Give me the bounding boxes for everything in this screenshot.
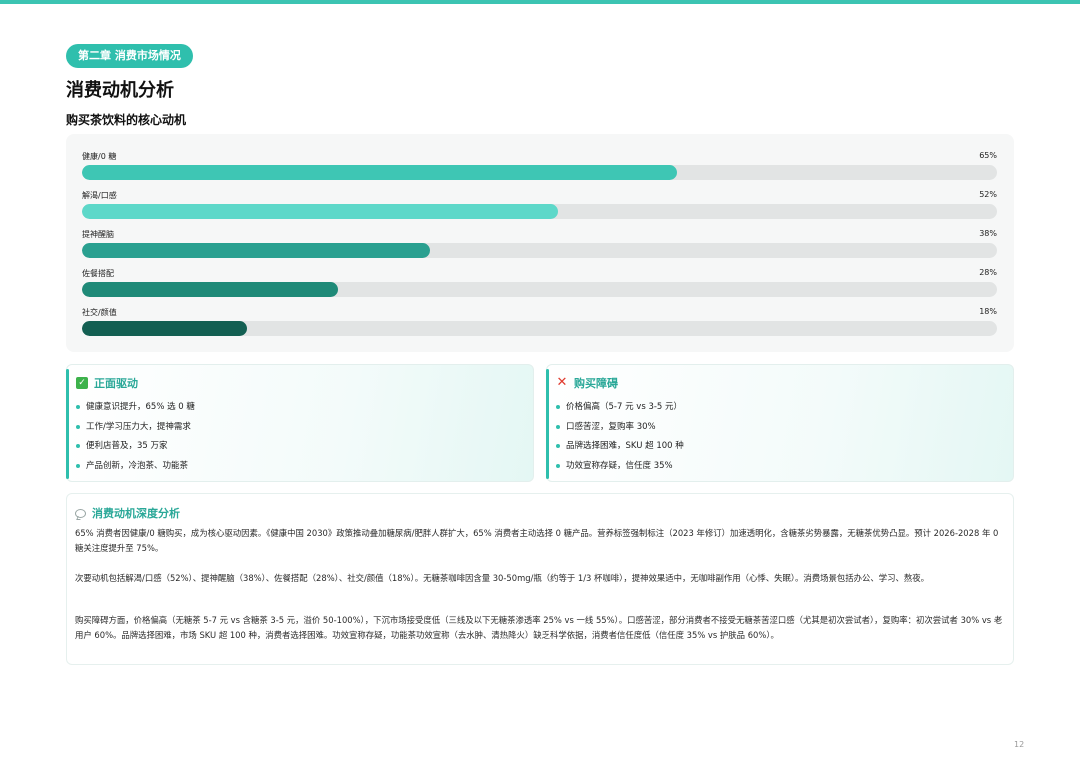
- chapter-badge: 第二章 消费市场情况: [66, 44, 193, 68]
- deep-analysis-panel: 消费动机深度分析 65% 消费者因健康/0 糖购买，成为核心驱动因素。《健康中国…: [66, 493, 1014, 665]
- bar: [82, 243, 430, 258]
- page-number: 12: [1014, 740, 1025, 749]
- bar: [82, 321, 247, 336]
- bar-value-label: 65%: [979, 151, 997, 160]
- bar-category-label: 解渴/口感: [82, 191, 117, 200]
- bar-category-label: 社交/颜值: [82, 308, 117, 317]
- check-icon: ✓: [76, 377, 88, 389]
- bar-track: [82, 321, 997, 336]
- page-title: 消费动机分析: [66, 80, 174, 101]
- section-subtitle: 购买茶饮料的核心动机: [66, 113, 187, 127]
- bar-row: 提神醒脑 38%: [82, 229, 997, 263]
- top-accent-bar: [0, 0, 1080, 4]
- bar-row: 佐餐搭配 28%: [82, 268, 997, 302]
- bar-value-label: 38%: [979, 229, 997, 238]
- analysis-paragraph: 65% 消费者因健康/0 糖购买，成为核心驱动因素。《健康中国 2030》政策推…: [75, 528, 999, 553]
- bar-value-label: 18%: [979, 307, 997, 316]
- purchase-barriers-heading: ✕ 购买障碍: [556, 375, 618, 391]
- list-item: 工作/学习压力大，提神需求: [76, 421, 195, 441]
- bar-value-label: 28%: [979, 268, 997, 277]
- positive-drivers-card: ✓ 正面驱动 健康意识提升，65% 选 0 糖 工作/学习压力大，提神需求 便利…: [66, 364, 534, 482]
- deep-analysis-heading: 消费动机深度分析: [75, 505, 180, 521]
- cross-icon: ✕: [556, 375, 568, 390]
- bar-row: 解渴/口感 52%: [82, 190, 997, 224]
- speech-bubble-icon: [75, 508, 86, 518]
- bar-track: [82, 165, 997, 180]
- card-accent: [66, 369, 69, 479]
- bar: [82, 204, 558, 219]
- bar-track: [82, 204, 997, 219]
- bar-value-label: 52%: [979, 190, 997, 199]
- bar-category-label: 健康/0 糖: [82, 152, 117, 161]
- bar: [82, 282, 339, 297]
- list-item: 健康意识提升，65% 选 0 糖: [76, 401, 195, 421]
- bar-category-label: 佐餐搭配: [82, 269, 114, 278]
- purchase-barriers-title: 购买障碍: [574, 377, 618, 390]
- purchase-barriers-list: 价格偏高（5-7 元 vs 3-5 元） 口感苦涩，复购率 30% 品牌选择困难…: [556, 401, 684, 479]
- positive-drivers-title: 正面驱动: [94, 377, 138, 390]
- purchase-barriers-card: ✕ 购买障碍 价格偏高（5-7 元 vs 3-5 元） 口感苦涩，复购率 30%…: [546, 364, 1014, 482]
- list-item: 便利店普及，35 万家: [76, 440, 195, 460]
- motivation-bar-chart: 健康/0 糖 65% 解渴/口感 52% 提神醒脑 38% 佐餐搭配 28% 社交/颜值 18%: [66, 134, 1014, 352]
- card-accent: [546, 369, 549, 479]
- list-item: 产品创新，冷泡茶、功能茶: [76, 460, 195, 480]
- analysis-paragraph: 次要动机包括解渴/口感（52%）、提神醒脑（38%）、佐餐搭配（28%）、社交/…: [75, 573, 930, 583]
- deep-analysis-title: 消费动机深度分析: [92, 507, 180, 520]
- list-item: 口感苦涩，复购率 30%: [556, 421, 684, 441]
- bar-track: [82, 243, 997, 258]
- list-item: 价格偏高（5-7 元 vs 3-5 元）: [556, 401, 684, 421]
- bar-row: 健康/0 糖 65%: [82, 151, 997, 185]
- bar-row: 社交/颜值 18%: [82, 307, 997, 341]
- bar-track: [82, 282, 997, 297]
- bar: [82, 165, 677, 180]
- positive-drivers-heading: ✓ 正面驱动: [76, 375, 138, 391]
- positive-drivers-list: 健康意识提升，65% 选 0 糖 工作/学习压力大，提神需求 便利店普及，35 …: [76, 401, 195, 479]
- list-item: 功效宣称存疑，信任度 35%: [556, 460, 684, 480]
- list-item: 品牌选择困难，SKU 超 100 种: [556, 440, 684, 460]
- bar-category-label: 提神醒脑: [82, 230, 114, 239]
- analysis-paragraph: 购买障碍方面，价格偏高（无糖茶 5-7 元 vs 含糖茶 3-5 元，溢价 50…: [75, 615, 1003, 640]
